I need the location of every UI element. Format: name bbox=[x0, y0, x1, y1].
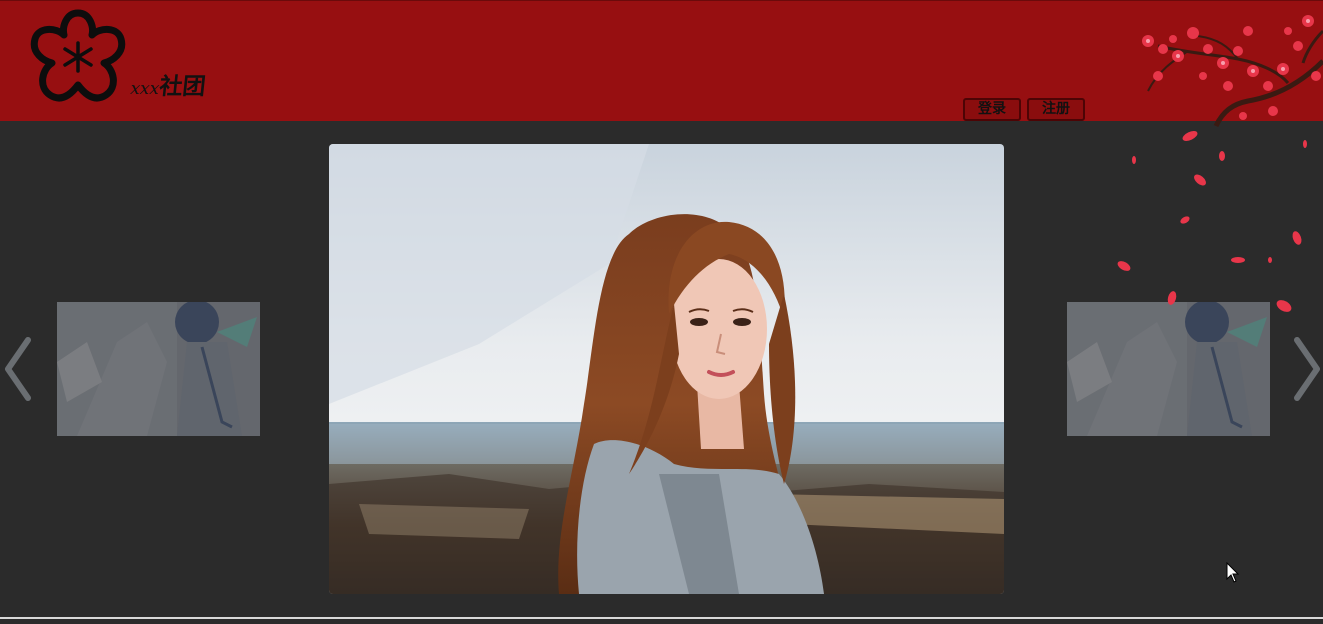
carousel-slide-left[interactable] bbox=[57, 302, 260, 436]
header-bar: xxx社团 登录 注册 bbox=[0, 0, 1323, 128]
chevron-left-icon[interactable] bbox=[2, 336, 32, 402]
page: xxx社团 登录 注册 bbox=[0, 0, 1323, 624]
slide-image bbox=[57, 302, 260, 436]
flower-logo-icon bbox=[30, 9, 126, 102]
chevron-right-icon[interactable] bbox=[1293, 336, 1323, 402]
plum-blossom-branch-decoration bbox=[1142, 15, 1323, 128]
site-name-suffix: 社团 bbox=[158, 73, 207, 100]
site-name: xxx社团 bbox=[129, 67, 207, 101]
carousel-slide-right[interactable] bbox=[1067, 302, 1270, 436]
slide-image bbox=[1067, 302, 1270, 436]
mouse-cursor-icon bbox=[1226, 562, 1240, 583]
falling-petals-decoration bbox=[1117, 131, 1307, 312]
register-button[interactable]: 注册 bbox=[1027, 98, 1085, 121]
site-name-prefix: xxx bbox=[129, 79, 161, 99]
login-button[interactable]: 登录 bbox=[963, 98, 1021, 121]
bottom-divider bbox=[0, 617, 1323, 619]
carousel-slide-active[interactable] bbox=[329, 144, 1004, 594]
slide-image bbox=[329, 144, 1004, 594]
